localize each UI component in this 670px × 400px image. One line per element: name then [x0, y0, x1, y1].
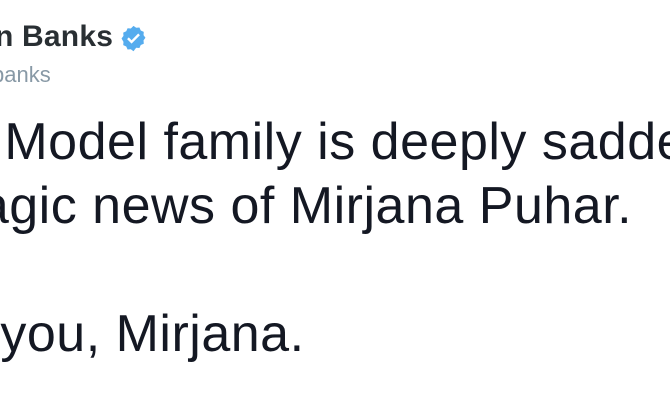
author-name-row[interactable]: n Banks	[0, 20, 148, 54]
author-handle[interactable]: banks	[0, 62, 51, 88]
tweet-text-line: e you, Mirjana.	[0, 305, 305, 363]
author-display-name[interactable]: n Banks	[0, 20, 113, 54]
tweet-text-line: o Model family is deeply sadde	[0, 113, 670, 171]
tweet-card: n Banks banks o Model family is deeply s…	[0, 0, 670, 400]
tweet-text: o Model family is deeply sadde ragic new…	[0, 110, 670, 366]
verified-badge-icon	[119, 24, 148, 53]
tweet-text-line: ragic news of Mirjana Puhar.	[0, 177, 633, 235]
tweet-header: n Banks banks	[0, 20, 670, 90]
